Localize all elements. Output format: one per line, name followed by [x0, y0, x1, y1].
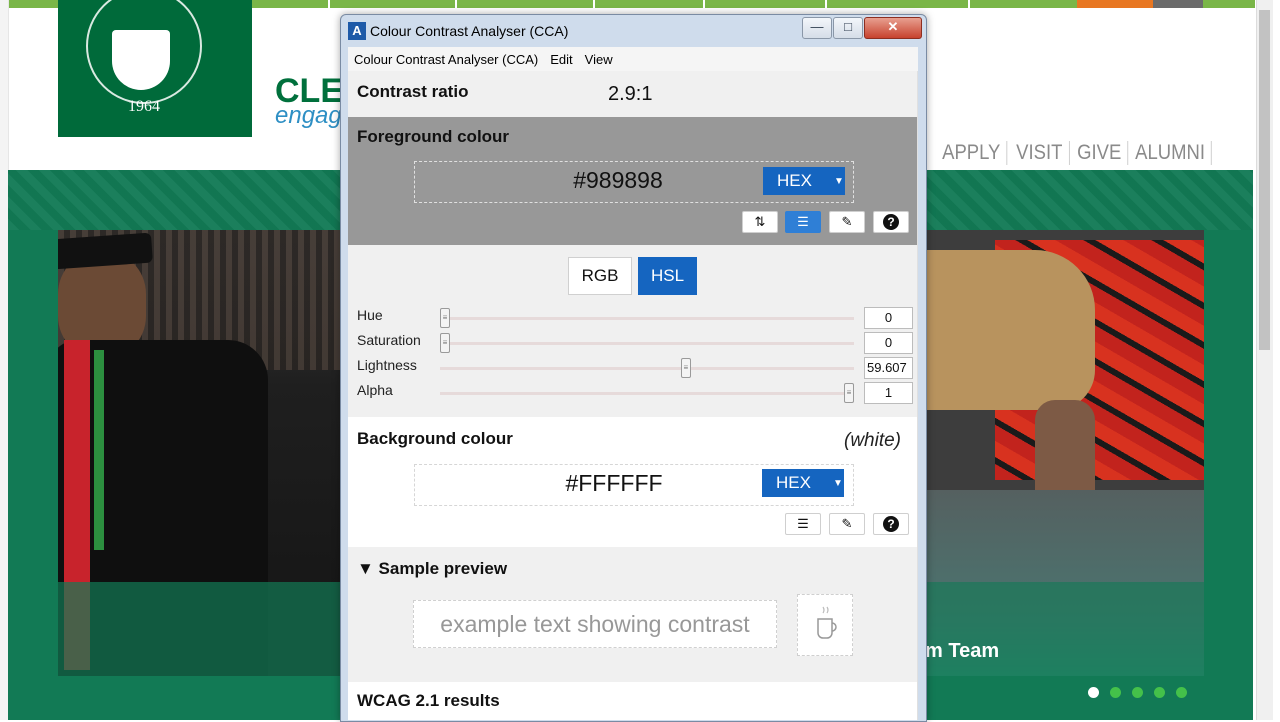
contrast-ratio-value: 2.9:1 — [608, 83, 653, 105]
carousel-dot[interactable] — [1110, 687, 1121, 698]
chevron-down-icon: ▼ — [832, 478, 843, 489]
minimize-icon[interactable]: — — [802, 17, 832, 39]
nav-give[interactable]: GIVE — [1071, 141, 1129, 165]
wcag-results-label: WCAG 2.1 results — [357, 691, 500, 710]
slider-lightness-thumb[interactable]: ≡ — [680, 358, 691, 378]
bar-separator — [455, 0, 457, 8]
menu-cca[interactable]: Colour Contrast Analyser (CCA) — [348, 52, 544, 67]
background-colour-name: (white) — [844, 430, 902, 451]
foreground-hex-input[interactable]: #989898 — [448, 167, 788, 194]
green-stole — [94, 350, 104, 550]
bar-separator — [968, 0, 970, 8]
bar-separator — [328, 0, 330, 8]
help-icon[interactable]: ? — [873, 513, 909, 535]
slider-saturation-label: Saturation — [357, 332, 421, 348]
window-title: Colour Contrast Analyser (CCA) — [370, 23, 569, 39]
top-nav-gray[interactable] — [1153, 0, 1203, 8]
cca-app-icon[interactable]: A — [348, 22, 366, 40]
bar-separator — [825, 0, 827, 8]
site-tagline: engag — [275, 102, 342, 129]
slider-lightness-label: Lightness — [357, 357, 417, 373]
slider-lightness-track[interactable] — [440, 367, 854, 370]
maximize-icon[interactable]: □ — [833, 17, 863, 39]
help-glyph: ? — [883, 516, 899, 532]
browser-scroll-thumb[interactable] — [1259, 10, 1270, 350]
nav-alumni[interactable]: ALUMNI — [1129, 141, 1212, 165]
foreground-format-select[interactable]: HEX ▼ — [763, 167, 845, 195]
slider-hue-track[interactable] — [440, 317, 854, 320]
nav-visit[interactable]: VISIT — [1010, 141, 1070, 165]
client-scrollbar[interactable] — [917, 71, 918, 720]
swap-icon[interactable]: ⇅ — [742, 211, 778, 233]
background-format-select[interactable]: HEX ▼ — [762, 469, 844, 497]
carousel-dot[interactable] — [1154, 687, 1165, 698]
page-right-edge — [1273, 0, 1280, 720]
slider-saturation-track[interactable] — [440, 342, 854, 345]
background-hex-input[interactable]: #FFFFFF — [444, 470, 784, 497]
foreground-label: Foreground colour — [357, 127, 510, 146]
sliders-icon[interactable]: ☰ — [785, 513, 821, 535]
eyedropper-icon[interactable]: ✎ — [829, 513, 865, 535]
mode-hsl-button[interactable]: HSL — [638, 257, 697, 295]
help-icon[interactable]: ? — [873, 211, 909, 233]
saturation-value-input[interactable]: 0 — [864, 332, 913, 354]
contrast-ratio-label: Contrast ratio — [357, 82, 469, 101]
sample-preview-toggle[interactable]: ▼ Sample preview — [357, 559, 507, 579]
utility-nav: APPLY VISIT GIVE ALUMNI — [936, 141, 1216, 165]
menu-edit[interactable]: Edit — [544, 52, 578, 67]
left-caption-band — [58, 582, 340, 676]
chevron-down-icon: ▼ — [833, 176, 844, 187]
right-caption[interactable]: m Team — [925, 640, 999, 663]
hue-value-input[interactable]: 0 — [864, 307, 913, 329]
cup-icon — [817, 606, 837, 639]
carousel-dot[interactable] — [1132, 687, 1143, 698]
lightness-value-input[interactable]: 59.607 — [864, 357, 913, 379]
bar-separator — [703, 0, 705, 8]
logo-shield — [112, 30, 170, 90]
alpha-value-input[interactable]: 1 — [864, 382, 913, 404]
background-format-label: HEX — [776, 473, 811, 492]
slider-alpha-track[interactable] — [440, 392, 854, 395]
sample-preview-text: example text showing contrast — [413, 600, 777, 648]
carousel-dots — [1088, 687, 1187, 698]
cca-client-area: Colour Contrast Analyser (CCA) Edit View… — [348, 47, 918, 720]
slider-hue-thumb[interactable]: ≡ — [440, 308, 450, 328]
eyedropper-icon[interactable]: ✎ — [829, 211, 865, 233]
slider-saturation-thumb[interactable]: ≡ — [440, 333, 450, 353]
mode-rgb-button[interactable]: RGB — [568, 257, 632, 295]
menu-view[interactable]: View — [579, 52, 619, 67]
athlete-pants — [925, 250, 1095, 410]
close-icon[interactable]: ✕ — [864, 17, 922, 39]
menu-bar: Colour Contrast Analyser (CCA) Edit View — [348, 47, 918, 71]
nav-apply[interactable]: APPLY — [936, 141, 1008, 165]
carousel-dot[interactable] — [1176, 687, 1187, 698]
logo-year: 1964 — [128, 98, 160, 115]
foreground-format-label: HEX — [777, 171, 812, 190]
bar-separator — [593, 0, 595, 8]
top-nav-accent[interactable] — [1077, 0, 1153, 8]
sliders-icon[interactable]: ☰ — [785, 211, 821, 233]
help-glyph: ? — [883, 214, 899, 230]
slider-alpha-label: Alpha — [357, 382, 393, 398]
cup-icon-button[interactable] — [797, 594, 853, 656]
background-label: Background colour — [357, 429, 513, 448]
slider-hue-label: Hue — [357, 307, 383, 323]
carousel-dot[interactable] — [1088, 687, 1099, 698]
slider-alpha-thumb[interactable]: ≡ — [844, 383, 854, 403]
